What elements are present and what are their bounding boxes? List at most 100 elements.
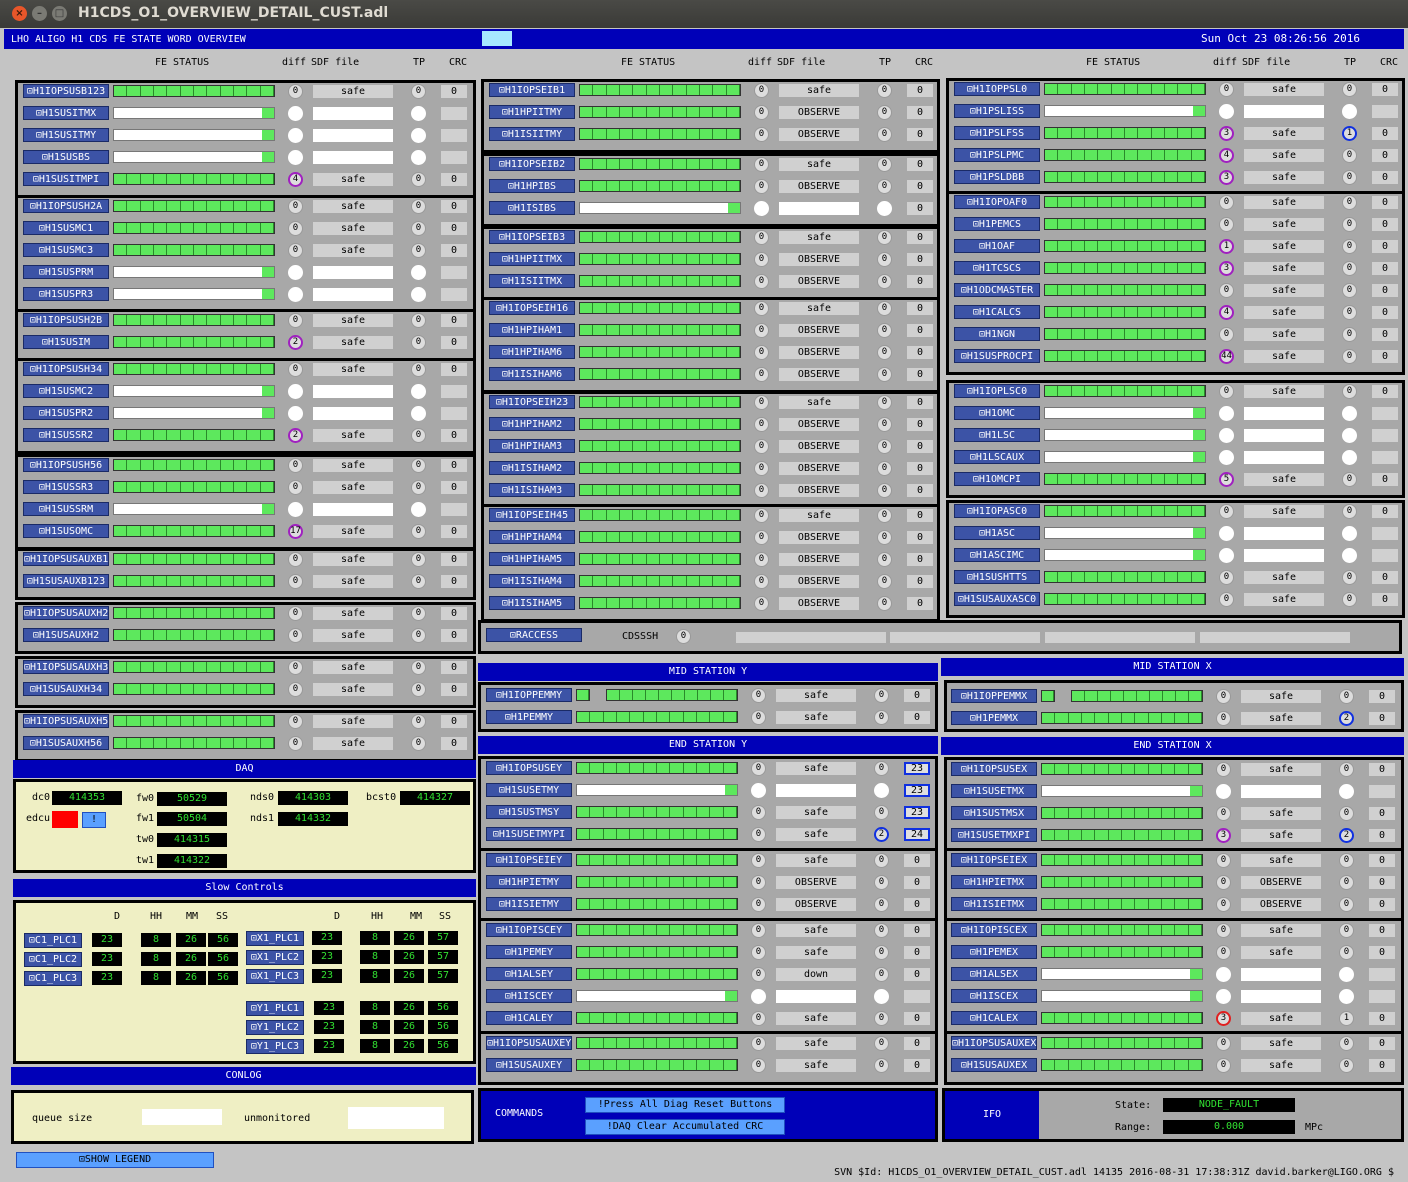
fe-model-button[interactable]: ⊡H1SUSAUXH2 — [23, 628, 109, 642]
fe-model-button[interactable]: ⊡H1SUSPRM — [23, 265, 109, 279]
fe-model-button[interactable]: ⊡H1ISCEY — [486, 989, 572, 1003]
fe-model-button[interactable]: ⊡H1IOPSEIH45 — [489, 508, 575, 522]
fe-model-button[interactable]: ⊡H1IOPSUSEX — [951, 762, 1037, 776]
fe-model-button[interactable]: ⊡H1OMC — [954, 406, 1040, 420]
fe-model-button[interactable]: ⊡H1IOPPEMMX — [951, 689, 1037, 703]
fe-model-button[interactable]: ⊡H1SUSSR3 — [23, 480, 109, 494]
fe-model-button[interactable]: ⊡H1SUSAUXH56 — [23, 736, 109, 750]
fe-model-button[interactable]: ⊡H1IOPASC0 — [954, 504, 1040, 518]
fe-model-button[interactable]: ⊡H1CALEY — [486, 1011, 572, 1025]
fe-model-button[interactable]: ⊡H1HPIHAM5 — [489, 552, 575, 566]
fe-model-button[interactable]: ⊡H1SUSITMPI — [23, 172, 109, 186]
fe-model-button[interactable]: ⊡H1IOPSEIH23 — [489, 395, 575, 409]
fe-model-button[interactable]: ⊡H1SUSTMSY — [486, 805, 572, 819]
edcu-button[interactable]: ! — [82, 812, 106, 828]
fe-model-button[interactable]: ⊡H1IOPSUSAUXH34 — [23, 660, 109, 674]
fe-model-button[interactable]: ⊡H1IOPSUSEY — [486, 761, 572, 775]
fe-model-button[interactable]: ⊡H1SUSAUXEY — [486, 1058, 572, 1072]
fe-model-button[interactable]: ⊡H1PSLPMC — [954, 148, 1040, 162]
fe-model-button[interactable]: ⊡H1SUSAUXB123 — [23, 574, 109, 588]
fe-model-button[interactable]: ⊡H1ALSEX — [951, 967, 1037, 981]
plc-button[interactable]: ⊡Y1_PLC2 — [246, 1020, 304, 1035]
diag-reset-button[interactable]: !Press All Diag Reset Buttons — [585, 1097, 785, 1113]
close-icon[interactable]: × — [12, 6, 27, 21]
fe-model-button[interactable]: ⊡H1OMCPI — [954, 472, 1040, 486]
fe-model-button[interactable]: ⊡H1SUSETMYPI — [486, 827, 572, 841]
maximize-icon[interactable]: □ — [52, 6, 67, 21]
fe-model-button[interactable]: ⊡H1PEMEX — [951, 945, 1037, 959]
fe-model-button[interactable]: ⊡H1CALCS — [954, 305, 1040, 319]
fe-model-button[interactable]: ⊡H1SUSITMY — [23, 128, 109, 142]
fe-model-button[interactable]: ⊡H1IOPSUSH34 — [23, 362, 109, 376]
fe-model-button[interactable]: ⊡H1SUSHTTS — [954, 570, 1040, 584]
fe-model-button[interactable]: ⊡H1IOPSUSAUXH2 — [23, 606, 109, 620]
plc-button[interactable]: ⊡Y1_PLC3 — [246, 1039, 304, 1054]
fe-model-button[interactable]: ⊡H1ISIHAM2 — [489, 461, 575, 475]
fe-model-button[interactable]: ⊡H1SUSMC3 — [23, 243, 109, 257]
plc-button[interactable]: ⊡X1_PLC1 — [246, 931, 304, 946]
fe-model-button[interactable]: ⊡H1IOPSUSAUXEY — [486, 1036, 572, 1050]
fe-model-button[interactable]: ⊡H1SUSTMSX — [951, 806, 1037, 820]
fe-model-button[interactable]: ⊡H1PEMMX — [951, 711, 1037, 725]
fe-model-button[interactable]: ⊡H1SUSPR2 — [23, 406, 109, 420]
fe-model-button[interactable]: ⊡H1IOPSUSAUXH56 — [23, 714, 109, 728]
fe-model-button[interactable]: ⊡H1SUSAUXH34 — [23, 682, 109, 696]
fe-model-button[interactable]: ⊡H1HPIETMX — [951, 875, 1037, 889]
fe-model-button[interactable]: ⊡H1SUSMC2 — [23, 384, 109, 398]
fe-model-button[interactable]: ⊡H1SUSAUXEX — [951, 1058, 1037, 1072]
fe-model-button[interactable]: ⊡H1ODCMASTER — [954, 283, 1040, 297]
plc-button[interactable]: ⊡C1_PLC2 — [24, 952, 82, 967]
fe-model-button[interactable]: ⊡H1IOPSUSAUXEX — [951, 1036, 1037, 1050]
fe-model-button[interactable]: ⊡H1IOPSEIH16 — [489, 301, 575, 315]
plc-button[interactable]: ⊡C1_PLC3 — [24, 971, 82, 986]
fe-model-button[interactable]: ⊡H1IOPOAF0 — [954, 195, 1040, 209]
fe-model-button[interactable]: ⊡H1HPIHAM6 — [489, 345, 575, 359]
fe-model-button[interactable]: ⊡H1SUSSRM — [23, 502, 109, 516]
fe-model-button[interactable]: ⊡H1PSLFSS — [954, 126, 1040, 140]
fe-model-button[interactable]: ⊡H1IOPSUSB123 — [23, 84, 109, 98]
fe-model-button[interactable]: ⊡H1IOPISCEX — [951, 923, 1037, 937]
fe-model-button[interactable]: ⊡H1SUSOMC — [23, 524, 109, 538]
fe-model-button[interactable]: ⊡H1NGN — [954, 327, 1040, 341]
fe-model-button[interactable]: ⊡H1PEMEY — [486, 945, 572, 959]
fe-model-button[interactable]: ⊡H1ISIHAM6 — [489, 367, 575, 381]
fe-model-button[interactable]: ⊡H1IOPSEIEX — [951, 853, 1037, 867]
fe-model-button[interactable]: ⊡H1ASC — [954, 526, 1040, 540]
fe-model-button[interactable]: ⊡H1SUSBS — [23, 150, 109, 164]
fe-model-button[interactable]: ⊡H1SUSPROCPI — [954, 349, 1040, 363]
fe-model-button[interactable]: ⊡H1SUSETMXPI — [951, 828, 1037, 842]
fe-model-button[interactable]: ⊡H1SUSSR2 — [23, 428, 109, 442]
fe-model-button[interactable]: ⊡H1ISIETMY — [486, 897, 572, 911]
fe-model-button[interactable]: ⊡H1IOPSEIB2 — [489, 157, 575, 171]
fe-model-button[interactable]: ⊡H1IOPSUSH56 — [23, 458, 109, 472]
fe-model-button[interactable]: ⊡H1ISCEX — [951, 989, 1037, 1003]
fe-model-button[interactable]: ⊡H1ISIHAM3 — [489, 483, 575, 497]
fe-model-button[interactable]: ⊡H1IOPSUSH2B — [23, 313, 109, 327]
fe-model-button[interactable]: ⊡H1HPIHAM2 — [489, 417, 575, 431]
fe-model-button[interactable]: ⊡H1CALEX — [951, 1011, 1037, 1025]
fe-model-button[interactable]: ⊡H1TCSCS — [954, 261, 1040, 275]
daq-clear-crc-button[interactable]: !DAQ Clear Accumulated CRC — [585, 1119, 785, 1135]
fe-model-button[interactable]: ⊡H1LSCAUX — [954, 450, 1040, 464]
fe-model-button[interactable]: ⊡H1IOPSEIEY — [486, 853, 572, 867]
fe-model-button[interactable]: ⊡H1OAF — [954, 239, 1040, 253]
fe-model-button[interactable]: ⊡H1HPIBS — [489, 179, 575, 193]
fe-model-button[interactable]: ⊡H1SUSITMX — [23, 106, 109, 120]
plc-button[interactable]: ⊡Y1_PLC1 — [246, 1001, 304, 1016]
fe-model-button[interactable]: ⊡H1IOPSUSH2A — [23, 199, 109, 213]
fe-model-button[interactable]: ⊡H1HPIETMY — [486, 875, 572, 889]
fe-model-button[interactable]: ⊡H1IOPLSC0 — [954, 384, 1040, 398]
minimize-icon[interactable]: – — [32, 6, 47, 21]
fe-model-button[interactable]: ⊡H1HPIHAM3 — [489, 439, 575, 453]
fe-model-button[interactable]: ⊡H1SUSETMY — [486, 783, 572, 797]
fe-model-button[interactable]: ⊡H1IOPPEMMY — [486, 688, 572, 702]
fe-model-button[interactable]: ⊡H1PEMCS — [954, 217, 1040, 231]
fe-model-button[interactable]: ⊡H1ISIITMX — [489, 274, 575, 288]
fe-model-button[interactable]: ⊡H1HPIHAM4 — [489, 530, 575, 544]
fe-model-button[interactable]: ⊡H1SUSPR3 — [23, 287, 109, 301]
fe-model-button[interactable]: ⊡H1ISIBS — [489, 201, 575, 215]
fe-model-button[interactable]: ⊡H1HPIITMX — [489, 252, 575, 266]
fe-model-button[interactable]: ⊡H1IOPSEIB1 — [489, 83, 575, 97]
fe-model-button[interactable]: ⊡H1SUSMC1 — [23, 221, 109, 235]
plc-button[interactable]: ⊡X1_PLC2 — [246, 950, 304, 965]
